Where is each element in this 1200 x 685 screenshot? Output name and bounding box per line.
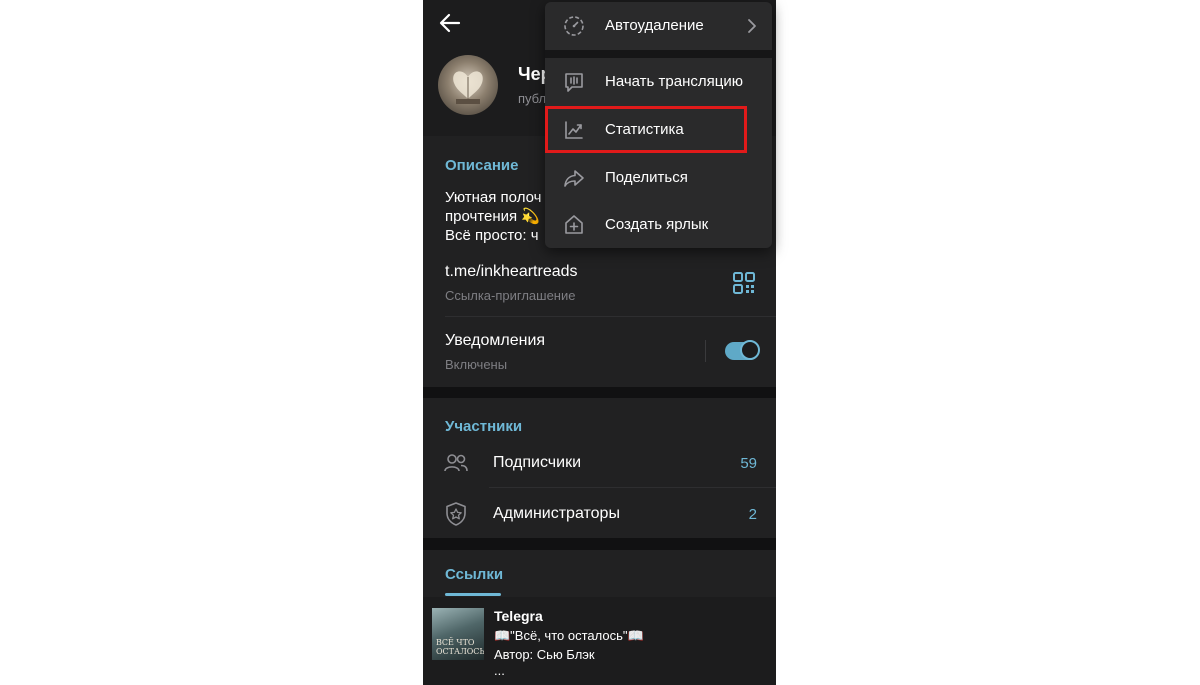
- link-line-1: 📖"Всё, что осталось"📖: [494, 628, 644, 643]
- qr-code-icon[interactable]: [733, 272, 755, 294]
- add-shortcut-icon: [565, 215, 583, 234]
- channel-subtitle: публ: [518, 91, 547, 106]
- menu-item-start-broadcast[interactable]: Начать трансляцию: [545, 59, 772, 105]
- description-title: Описание: [445, 157, 519, 174]
- book-heart-image: [453, 71, 483, 104]
- administrators-label: Администраторы: [493, 505, 620, 522]
- description-line: Уютная полоч: [445, 189, 542, 206]
- menu-item-share[interactable]: Поделиться: [545, 155, 772, 201]
- link-line-3: ...: [494, 663, 505, 678]
- link-title: Telegra: [494, 608, 543, 624]
- section-gap: [423, 387, 776, 398]
- menu-label: Поделиться: [605, 169, 688, 186]
- channel-avatar[interactable]: [438, 55, 498, 115]
- subscribers-label: Подписчики: [493, 454, 582, 471]
- link-thumbnail: ВСЁ ЧТО ОСТАЛОСЬ: [432, 608, 484, 660]
- tab-active-indicator: [445, 593, 501, 596]
- menu-label: Создать ярлык: [605, 216, 709, 233]
- thumbnail-text: ВСЁ ЧТО ОСТАЛОСЬ: [436, 638, 484, 656]
- thumbnail-text-line: ВСЁ ЧТО: [436, 638, 475, 647]
- subscribers-count: 59: [740, 455, 757, 472]
- menu-label: Начать трансляцию: [605, 73, 743, 90]
- tab-links[interactable]: Ссылки: [445, 566, 503, 583]
- thumbnail-text-line: ОСТАЛОСЬ: [436, 647, 484, 656]
- share-icon: [564, 170, 584, 187]
- people-icon: [444, 454, 468, 472]
- administrators-count: 2: [748, 506, 757, 523]
- description-text: Уютная полоч прочтения 💫 Всё просто: ч: [445, 188, 555, 245]
- divider: [489, 487, 776, 488]
- menu-separator: [545, 50, 772, 58]
- notifications-status: Включены: [445, 357, 508, 372]
- back-arrow-icon[interactable]: [437, 10, 463, 36]
- statistics-highlight-box: [545, 106, 747, 153]
- chevron-right-icon: [748, 19, 756, 33]
- vertical-separator: [705, 340, 706, 362]
- invite-link[interactable]: t.me/inkheartreads: [445, 263, 578, 281]
- notifications-toggle[interactable]: [725, 340, 760, 360]
- link-line-2: Автор: Сью Блэк: [494, 647, 595, 662]
- timer-icon: [564, 16, 584, 36]
- broadcast-icon: [565, 73, 583, 92]
- menu-label: Автоудаление: [605, 17, 704, 34]
- invite-link-label: Ссылка-приглашение: [445, 288, 576, 303]
- participants-title: Участники: [445, 418, 523, 435]
- description-line: Всё просто: ч: [445, 227, 539, 244]
- section-gap: [423, 538, 776, 550]
- divider: [445, 316, 776, 317]
- menu-item-create-shortcut[interactable]: Создать ярлык: [545, 202, 772, 248]
- toggle-knob: [740, 340, 760, 360]
- description-line: прочтения 💫: [445, 208, 540, 225]
- shield-star-icon: [446, 502, 466, 526]
- menu-item-auto-delete[interactable]: Автоудаление: [545, 3, 772, 49]
- notifications-label: Уведомления: [445, 332, 546, 349]
- shared-link-item[interactable]: ВСЁ ЧТО ОСТАЛОСЬ Telegra 📖"Всё, что оста…: [423, 597, 776, 685]
